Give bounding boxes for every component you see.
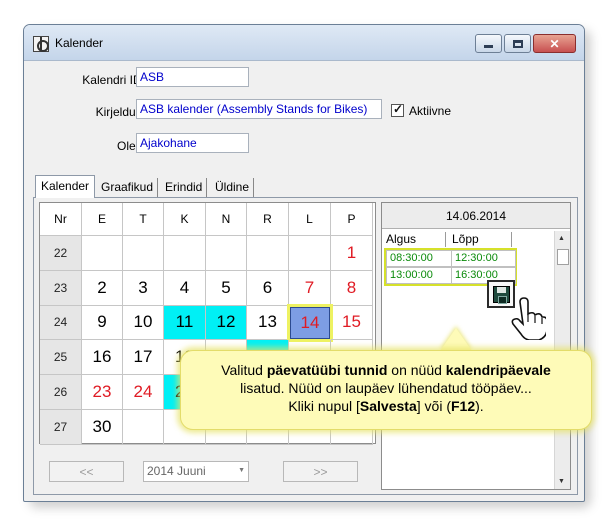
week-number-cell: 27 — [40, 410, 82, 445]
day-cell[interactable]: 6 — [247, 270, 289, 306]
tip-bold-text: kalendripäevale — [445, 362, 551, 378]
active-label: Aktiivne — [409, 104, 452, 118]
tab-erindid[interactable]: Erindid — [161, 178, 208, 197]
day-cell[interactable]: 16 — [82, 340, 123, 376]
day-cell[interactable] — [289, 236, 331, 271]
active-checkbox[interactable] — [391, 102, 404, 117]
minimize-icon — [484, 45, 493, 48]
calendar-header-cell: Nr — [40, 203, 82, 236]
minimize-button[interactable] — [475, 34, 502, 53]
calendar-id-label: Kalendri ID: — [82, 73, 145, 87]
day-cell[interactable] — [164, 236, 206, 271]
day-cell[interactable]: 30 — [82, 410, 123, 445]
title-bar[interactable]: Kalender ✕ — [24, 25, 584, 61]
calendar-header-cell: L — [289, 203, 331, 236]
calendar-id-field[interactable]: ASB — [136, 67, 249, 87]
calendar-header-cell: R — [247, 203, 289, 236]
calendar-header-cell: N — [206, 203, 247, 236]
tip-text: lisatud. Nüüd on laupäev lühendatud tööp… — [240, 380, 532, 396]
day-cell[interactable]: 17 — [123, 340, 164, 376]
week-number-cell: 22 — [40, 236, 82, 271]
maximize-icon — [512, 39, 523, 48]
calendar-header-cell: E — [82, 203, 123, 236]
day-cell[interactable]: 8 — [331, 270, 373, 306]
tip-text: Valitud — [221, 362, 267, 378]
description-label: Kirjeldus: — [95, 105, 145, 119]
end-column-header: Lõpp — [452, 232, 512, 247]
day-cell[interactable]: 1 — [331, 236, 373, 271]
day-cell[interactable] — [123, 236, 164, 271]
week-number-cell: 26 — [40, 375, 82, 410]
state-field[interactable]: Ajakohane — [136, 133, 249, 153]
calendar-header-cell: T — [123, 203, 164, 236]
scroll-down-icon[interactable]: ▼ — [558, 478, 565, 485]
day-cell[interactable]: 2 — [82, 270, 123, 306]
calendar-header-cell: K — [164, 203, 206, 236]
tip-text: Kliki nupul [ — [288, 398, 360, 414]
day-cell[interactable]: 15 — [331, 305, 373, 341]
day-cell[interactable]: 7 — [289, 270, 331, 306]
tip-text: on nüüd — [387, 362, 446, 378]
time-cell[interactable]: 08:30:00 — [386, 250, 452, 267]
time-cell[interactable]: 13:00:00 — [386, 267, 452, 284]
next-month-button[interactable]: >> — [283, 461, 358, 482]
week-number-cell: 25 — [40, 340, 82, 376]
state-label: Olek: — [116, 139, 145, 153]
calendar-app-icon — [33, 36, 49, 52]
maximize-button[interactable] — [504, 34, 531, 53]
close-button[interactable]: ✕ — [533, 34, 576, 53]
tip-bold-text: F12 — [450, 398, 476, 414]
prev-month-button[interactable]: << — [49, 461, 124, 482]
day-cell[interactable]: 9 — [82, 305, 123, 341]
day-cell[interactable] — [123, 410, 164, 445]
calendar-window: Kalender ✕ Kalendri ID: ASB Kirjeldus: A… — [23, 24, 585, 502]
day-hours-panel: 14.06.2014 Algus Lõpp 08:30:00 12:30:00 … — [381, 202, 571, 490]
day-cell[interactable]: 24 — [123, 375, 164, 410]
month-navigation: << 2014 Juuni >> — [39, 457, 376, 487]
tab-kalender[interactable]: Kalender — [35, 175, 96, 198]
close-icon: ✕ — [549, 36, 560, 51]
day-cell[interactable] — [206, 236, 247, 271]
start-column-header: Algus — [386, 232, 446, 247]
day-cell[interactable]: 4 — [164, 270, 206, 306]
tip-text: ). — [475, 398, 484, 414]
week-number-cell: 24 — [40, 305, 82, 341]
window-title: Kalender — [55, 36, 104, 50]
scroll-up-icon[interactable]: ▲ — [558, 235, 565, 242]
day-cell[interactable]: 5 — [206, 270, 247, 306]
month-select[interactable]: 2014 Juuni — [143, 461, 249, 482]
description-field[interactable]: ASB kalender (Assembly Stands for Bikes) — [136, 99, 382, 119]
time-cell[interactable]: 12:30:00 — [451, 250, 516, 267]
tip-text: ] või ( — [416, 398, 451, 414]
tab-uldine[interactable]: Üldine — [211, 178, 255, 197]
day-cell[interactable]: 11 — [164, 305, 206, 341]
day-cell[interactable]: 12 — [206, 305, 247, 341]
day-cell[interactable]: 23 — [82, 375, 123, 410]
day-cell[interactable]: 10 — [123, 305, 164, 341]
tab-graafikud[interactable]: Graafikud — [97, 178, 159, 197]
scroll-thumb[interactable] — [557, 249, 569, 265]
tutorial-tooltip: Valitud päevatüübi tunnid on nüüd kalend… — [180, 350, 592, 430]
tip-bold-text: päevatüübi tunnid — [266, 362, 388, 378]
tooltip-arrow — [440, 328, 472, 351]
tip-bold-text: Salvesta — [359, 398, 417, 414]
hand-pointer-icon — [511, 297, 546, 340]
selected-date-header: 14.06.2014 — [382, 203, 570, 229]
day-cell[interactable]: 3 — [123, 270, 164, 306]
day-cell[interactable]: 13 — [247, 305, 289, 341]
calendar-header-cell: P — [331, 203, 373, 236]
day-cell[interactable] — [247, 236, 289, 271]
day-cell[interactable] — [82, 236, 123, 271]
week-number-cell: 23 — [40, 270, 82, 306]
selected-day-cell[interactable]: 14 — [287, 303, 333, 343]
